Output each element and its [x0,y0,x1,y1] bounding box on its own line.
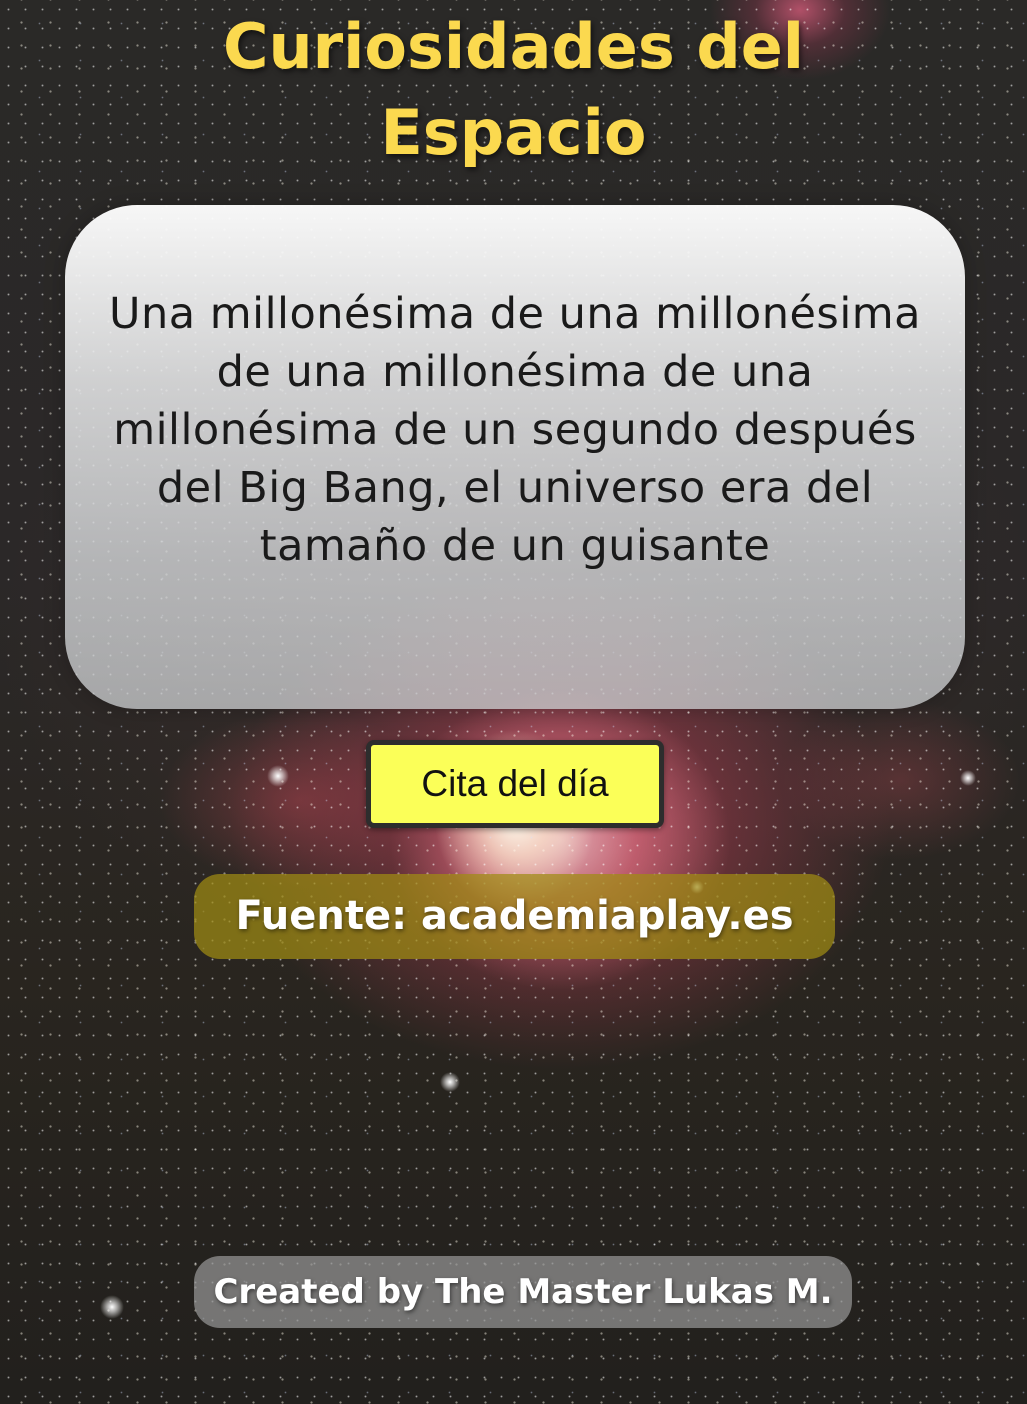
source-badge: Fuente: academiaplay.es [194,874,835,959]
quote-card: Una millonésima de una millonésima de un… [65,205,965,709]
bright-star [960,770,976,786]
bright-star [440,1072,460,1092]
page-title-line-2: Espacio [380,96,647,169]
bright-star [100,1295,124,1319]
quote-of-the-day-button[interactable]: Cita del día [366,740,664,828]
page-title: Curiosidades del Espacio [0,4,1027,176]
page-title-line-1: Curiosidades del [222,10,805,83]
bright-star [267,765,289,787]
quote-text: Una millonésima de una millonésima de un… [108,289,922,571]
credits-footer: Created by The Master Lukas M. [194,1256,852,1328]
